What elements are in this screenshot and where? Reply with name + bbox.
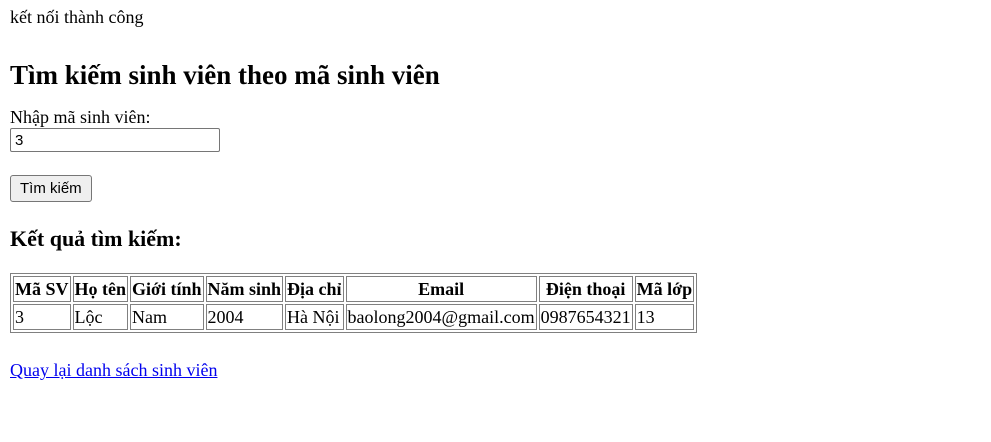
cell-gender: Nam: [130, 304, 204, 330]
table-header-row: Mã SV Họ tên Giới tính Năm sinh Địa chỉ …: [13, 276, 695, 302]
cell-email: baolong2004@gmail.com: [345, 304, 537, 330]
page: kết nối thành công Tìm kiếm sinh viên th…: [0, 5, 991, 381]
column-header-class-id: Mã lớp: [634, 276, 695, 302]
column-header-email: Email: [345, 276, 537, 302]
search-form: Nhập mã sinh viên: Tìm kiếm: [10, 106, 981, 202]
cell-class-id: 13: [634, 304, 695, 330]
cell-birth-year: 2004: [205, 304, 284, 330]
results-table: Mã SV Họ tên Giới tính Năm sinh Địa chỉ …: [10, 273, 698, 333]
column-header-phone: Điện thoại: [538, 276, 633, 302]
student-id-input[interactable]: [10, 128, 220, 152]
table-row: 3 Lộc Nam 2004 Hà Nội baolong2004@gmail.…: [13, 304, 695, 330]
search-button[interactable]: Tìm kiếm: [10, 175, 92, 202]
cell-phone: 0987654321: [538, 304, 633, 330]
column-header-student-id: Mã SV: [13, 276, 71, 302]
back-to-student-list-link[interactable]: Quay lại danh sách sinh viên: [10, 359, 217, 381]
cell-address: Hà Nội: [285, 304, 344, 330]
cell-student-id: 3: [13, 304, 71, 330]
column-header-birth-year: Năm sinh: [205, 276, 284, 302]
column-header-address: Địa chỉ: [285, 276, 344, 302]
column-header-gender: Giới tính: [130, 276, 204, 302]
results-heading: Kết quả tìm kiếm:: [10, 226, 182, 251]
cell-full-name: Lộc: [72, 304, 128, 330]
page-title: Tìm kiếm sinh viên theo mã sinh viên: [10, 60, 440, 90]
column-header-full-name: Họ tên: [72, 276, 128, 302]
student-id-label: Nhập mã sinh viên:: [10, 107, 151, 127]
connection-status-text: kết nối thành công: [10, 7, 144, 27]
